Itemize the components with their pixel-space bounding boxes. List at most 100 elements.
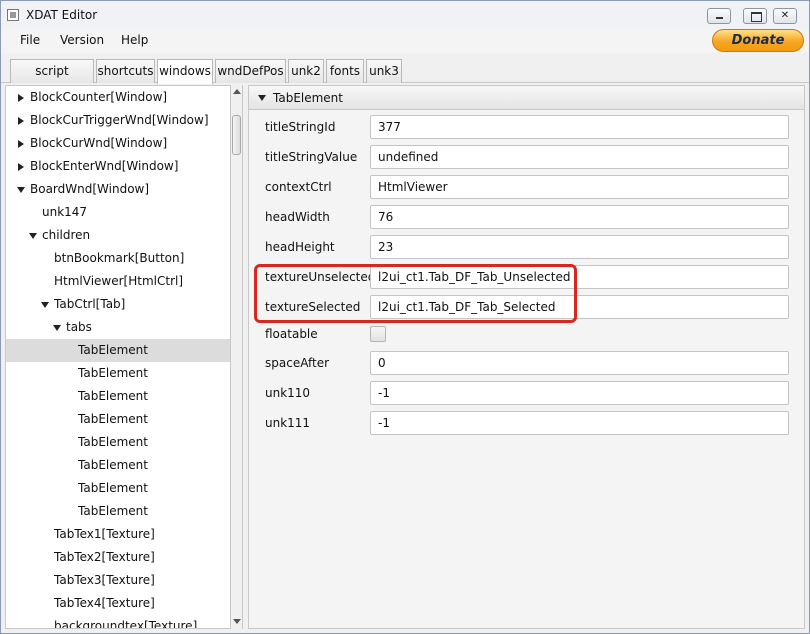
- tree-item-label: TabElement: [78, 389, 148, 403]
- tree-item-label: TabElement: [78, 343, 148, 357]
- tree-scrollbar[interactable]: [231, 85, 243, 629]
- tree-item-label: TabElement: [78, 412, 148, 426]
- property-checkbox[interactable]: [370, 326, 386, 342]
- tree-item-label: TabElement: [78, 435, 148, 449]
- tree-item-label: TabElement: [78, 458, 148, 472]
- minimize-button[interactable]: [707, 8, 731, 24]
- property-label: spaceAfter: [265, 356, 330, 370]
- tree-item-label: BoardWnd[Window]: [30, 182, 150, 196]
- tab-fonts[interactable]: fonts: [326, 59, 364, 83]
- tree-item[interactable]: TabElement: [6, 362, 230, 385]
- expanded-triangle-icon[interactable]: [52, 316, 62, 339]
- tree-item-label: TabElement: [78, 504, 148, 518]
- tree-item-label: TabTex2[Texture]: [54, 550, 155, 564]
- close-button[interactable]: [773, 8, 797, 24]
- tree-item-label: btnBookmark[Button]: [54, 251, 185, 265]
- tree-item-label: TabTex1[Texture]: [54, 527, 155, 541]
- tree-item[interactable]: TabTex4[Texture]: [6, 592, 230, 615]
- tab-wnddefpos[interactable]: wndDefPos: [215, 59, 286, 83]
- maximize-button[interactable]: [743, 8, 767, 24]
- tree-item-label: unk147: [42, 205, 88, 219]
- tree-item-label: BlockCounter[Window]: [30, 90, 168, 104]
- property-field[interactable]: undefined: [370, 145, 789, 169]
- tree-item[interactable]: BlockCounter[Window]: [6, 86, 230, 109]
- tree-item[interactable]: children: [6, 224, 230, 247]
- section-title: TabElement: [273, 91, 343, 105]
- collapsed-triangle-icon[interactable]: [16, 109, 26, 132]
- tab-unk2[interactable]: unk2: [288, 59, 324, 83]
- property-row: headHeight 23: [249, 232, 804, 262]
- property-field[interactable]: 23: [370, 235, 789, 259]
- tree-item[interactable]: backgroundtex[Texture]: [6, 615, 230, 628]
- expanded-triangle-icon[interactable]: [16, 178, 26, 201]
- scroll-thumb[interactable]: [232, 115, 241, 155]
- menu-help[interactable]: Help: [121, 33, 148, 47]
- collapse-triangle-icon[interactable]: [257, 86, 267, 109]
- tree-item[interactable]: TabElement: [6, 454, 230, 477]
- tree-item[interactable]: unk147: [6, 201, 230, 224]
- property-row: titleStringId 377: [249, 112, 804, 142]
- tree-item[interactable]: TabCtrl[Tab]: [6, 293, 230, 316]
- menu-file[interactable]: File: [20, 33, 40, 47]
- title-bar[interactable]: XDAT Editor: [1, 1, 809, 29]
- menu-bar: File Version Help: [1, 29, 809, 53]
- property-label: unk111: [265, 416, 311, 430]
- donate-button[interactable]: Donate: [712, 29, 804, 52]
- property-row: headWidth 76: [249, 202, 804, 232]
- tree-item-label: BlockEnterWnd[Window]: [30, 159, 179, 173]
- property-field[interactable]: HtmlViewer: [370, 175, 789, 199]
- tree-item-label: TabTex3[Texture]: [54, 573, 155, 587]
- tab-shortcuts[interactable]: shortcuts: [96, 59, 155, 83]
- tree-item[interactable]: btnBookmark[Button]: [6, 247, 230, 270]
- property-field[interactable]: 377: [370, 115, 789, 139]
- tree-item[interactable]: tabs: [6, 316, 230, 339]
- property-label: titleStringId: [265, 120, 336, 134]
- property-row: contextCtrl HtmlViewer: [249, 172, 804, 202]
- tree-item[interactable]: TabElement: [6, 431, 230, 454]
- tab-script-console[interactable]: script console: [10, 59, 94, 100]
- collapsed-triangle-icon[interactable]: [16, 86, 26, 109]
- tree-item[interactable]: BlockCurWnd[Window]: [6, 132, 230, 155]
- expanded-triangle-icon[interactable]: [40, 293, 50, 316]
- expanded-triangle-icon[interactable]: [28, 224, 38, 247]
- window-tree[interactable]: BlockCounter[Window] BlockCurTriggerWnd[W…: [5, 85, 231, 629]
- properties-panel: TabElement titleStringId 377 titleStringVa…: [248, 85, 805, 629]
- section-header[interactable]: TabElement: [249, 86, 804, 110]
- property-label: titleStringValue: [265, 150, 358, 164]
- property-label: unk110: [265, 386, 311, 400]
- tree-item-selected[interactable]: TabElement: [6, 339, 230, 362]
- tab-unk3[interactable]: unk3: [366, 59, 402, 83]
- scroll-down-icon[interactable]: [233, 619, 241, 624]
- tree-item[interactable]: BlockEnterWnd[Window]: [6, 155, 230, 178]
- tree-item-label: TabElement: [78, 481, 148, 495]
- property-row: spaceAfter 0: [249, 348, 804, 378]
- tree-item-label: tabs: [66, 320, 92, 334]
- tree-item-label: BlockCurTriggerWnd[Window]: [30, 113, 209, 127]
- menu-version[interactable]: Version: [60, 33, 104, 47]
- tree-item[interactable]: BoardWnd[Window]: [6, 178, 230, 201]
- tree-item[interactable]: HtmlViewer[HtmlCtrl]: [6, 270, 230, 293]
- property-row: titleStringValue undefined: [249, 142, 804, 172]
- tree-item-label: HtmlViewer[HtmlCtrl]: [54, 274, 184, 288]
- tree-item[interactable]: TabElement: [6, 385, 230, 408]
- tab-windows[interactable]: windows: [157, 59, 213, 84]
- property-label: headHeight: [265, 240, 335, 254]
- maximize-icon: [744, 9, 766, 23]
- scroll-up-icon[interactable]: [233, 89, 241, 94]
- property-label: contextCtrl: [265, 180, 332, 194]
- property-field[interactable]: -1: [370, 381, 789, 405]
- tree-item[interactable]: TabTex2[Texture]: [6, 546, 230, 569]
- property-field[interactable]: 76: [370, 205, 789, 229]
- app-window: XDAT Editor File Version Help Donate scr…: [0, 0, 810, 634]
- tree-item[interactable]: TabTex1[Texture]: [6, 523, 230, 546]
- tree-item[interactable]: TabElement: [6, 408, 230, 431]
- window-title: XDAT Editor: [26, 8, 98, 22]
- tree-item[interactable]: TabTex3[Texture]: [6, 569, 230, 592]
- tree-item[interactable]: BlockCurTriggerWnd[Window]: [6, 109, 230, 132]
- property-field[interactable]: 0: [370, 351, 789, 375]
- collapsed-triangle-icon[interactable]: [16, 155, 26, 178]
- property-field[interactable]: -1: [370, 411, 789, 435]
- tree-item[interactable]: TabElement: [6, 477, 230, 500]
- tree-item[interactable]: TabElement: [6, 500, 230, 523]
- collapsed-triangle-icon[interactable]: [16, 132, 26, 155]
